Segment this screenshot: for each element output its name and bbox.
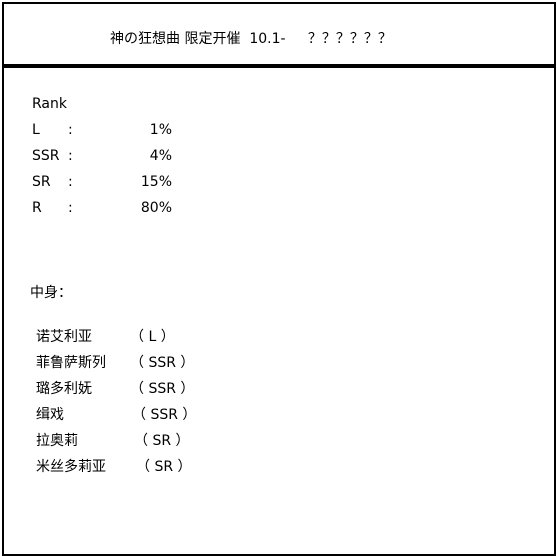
contents-heading: 中身： (30, 285, 72, 301)
character-name: 璐多利妩 (36, 381, 92, 397)
character-name: 诺艾利亚 (36, 329, 92, 345)
rarity-tag: （ SR ） (134, 433, 190, 449)
rank-percent: 1% (149, 122, 172, 138)
list-item: 米丝多莉亚 （ SR ） (36, 456, 236, 476)
rank-colon: : (68, 122, 73, 138)
document-frame: 神の狂想曲 限定开催 10.1- ？？？？？？ Rank L : 1% SSR … (2, 2, 556, 556)
rank-row-r: R : 80% (32, 200, 172, 220)
character-name: 缉戏 (36, 407, 64, 423)
rarity-tag: （ SSR ） (132, 407, 197, 423)
character-name: 米丝多莉亚 (36, 459, 106, 475)
rank-row-sr: SR : 15% (32, 174, 172, 194)
rank-heading: Rank (32, 96, 67, 112)
list-item: 拉奥莉 （ SR ） (36, 430, 236, 450)
rank-colon: : (68, 174, 73, 190)
rank-percent: 80% (140, 200, 172, 216)
character-name: 拉奥莉 (36, 433, 78, 449)
rank-label: SR (32, 174, 51, 190)
list-item: 菲鲁萨斯列 （ SSR ） (36, 352, 236, 372)
rank-percent: 4% (149, 148, 172, 164)
rank-label: R (32, 200, 42, 216)
list-item: 诺艾利亚 （ L ） (36, 326, 236, 346)
page-title: 神の狂想曲 限定开催 10.1- ？？？？？？ (110, 31, 392, 47)
rank-colon: : (68, 148, 73, 164)
rank-row-l: L : 1% (32, 122, 172, 142)
rank-percent: 15% (140, 174, 172, 190)
character-name: 菲鲁萨斯列 (36, 355, 106, 371)
rarity-tag: （ L ） (130, 329, 175, 345)
rank-colon: : (68, 200, 73, 216)
list-item: 璐多利妩 （ SSR ） (36, 378, 236, 398)
header-bar: 神の狂想曲 限定开催 10.1- ？？？？？？ (4, 4, 554, 68)
rank-label: L (32, 122, 40, 138)
list-item: 缉戏 （ SSR ） (36, 404, 236, 424)
rarity-tag: （ SSR ） (130, 355, 195, 371)
rank-row-ssr: SSR : 4% (32, 148, 172, 168)
rank-label: SSR (32, 148, 60, 164)
rarity-tag: （ SSR ） (130, 381, 195, 397)
rarity-tag: （ SR ） (136, 459, 192, 475)
